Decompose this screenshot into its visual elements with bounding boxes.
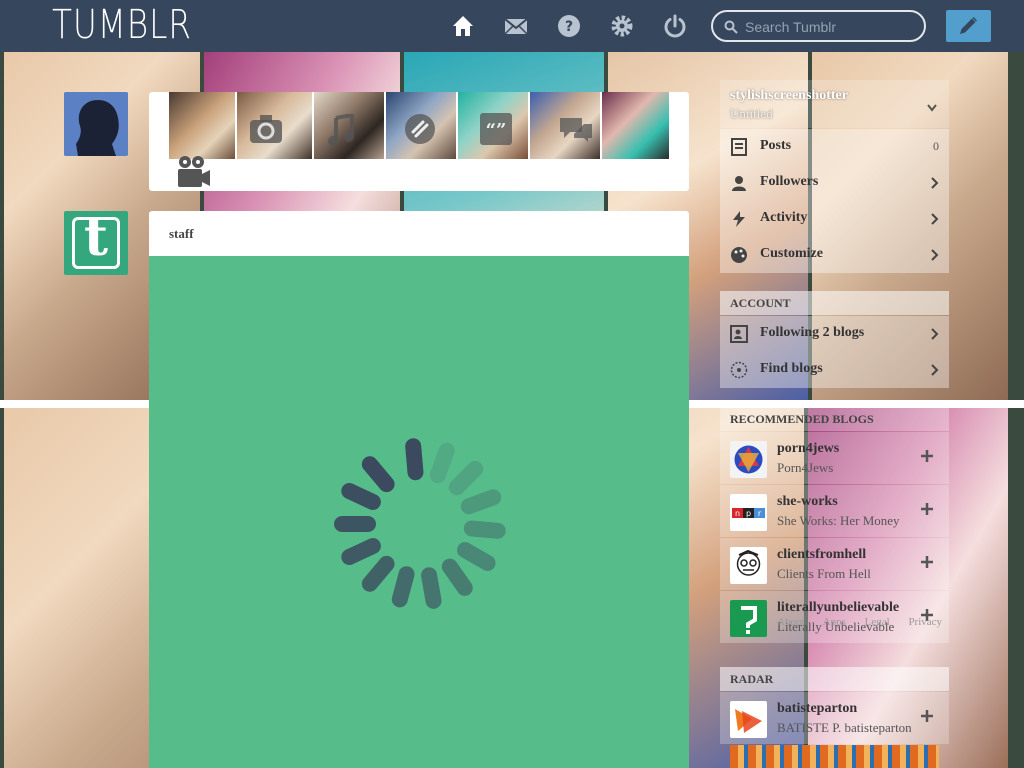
footer-link-apps[interactable]: Apps — [823, 616, 846, 628]
blog-avatar[interactable] — [730, 441, 767, 478]
blog-subtitle: Untitled — [730, 106, 773, 121]
radar-blog[interactable]: batisteparton BATISTE P. batisteparton — [720, 692, 949, 744]
post-type-thumb — [169, 92, 235, 159]
footer-link-about[interactable]: About — [777, 616, 805, 628]
sidebar-item-customize[interactable]: Customize — [720, 237, 949, 273]
sidebar-item-label: Customize — [760, 246, 823, 261]
link-icon[interactable] — [403, 112, 437, 146]
chevron-right-icon — [931, 328, 939, 340]
sidebar-item-label: Posts — [760, 138, 792, 153]
power-icon[interactable] — [663, 14, 687, 38]
account-heading: ACCOUNT — [720, 291, 949, 315]
post-type-thumb — [602, 92, 669, 159]
help-icon[interactable]: ? — [557, 14, 581, 38]
blog-avatar[interactable]: npr — [730, 494, 767, 531]
sidebar-item-label: Activity — [760, 210, 808, 225]
chevron-right-icon — [931, 364, 939, 376]
chevron-down-icon[interactable] — [927, 104, 937, 112]
sidebar-item-find-blogs[interactable]: Find blogs — [720, 352, 949, 388]
chevron-right-icon — [931, 249, 939, 261]
follow-plus-icon[interactable] — [921, 503, 933, 515]
staff-post: staff — [149, 211, 689, 768]
radar-post-image[interactable] — [730, 745, 939, 768]
blog-description: She Works: Her Money — [777, 513, 900, 528]
svg-text:“”: “” — [486, 120, 507, 141]
svg-text:?: ? — [565, 19, 573, 35]
blog-title[interactable]: stylishscreenshotter — [730, 88, 848, 104]
blog-name[interactable]: clientsfromhell — [777, 547, 866, 563]
sidebar-item-posts[interactable]: Posts 0 — [720, 129, 949, 165]
palette-icon — [730, 246, 748, 264]
recommended-blog[interactable]: npr she-works She Works: Her Money — [720, 485, 949, 537]
compose-button[interactable] — [946, 10, 991, 42]
activity-icon — [730, 210, 748, 228]
follow-plus-icon[interactable] — [921, 450, 933, 462]
footer-links: About Apps Legal Privacy — [777, 616, 958, 628]
follow-plus-icon[interactable] — [921, 556, 933, 568]
posts-count: 0 — [933, 139, 939, 153]
sidebar-item-activity[interactable]: Activity — [720, 201, 949, 237]
sidebar-item-label: Following 2 blogs — [760, 325, 865, 340]
post-media — [149, 256, 689, 768]
search-input[interactable] — [745, 17, 915, 37]
gear-icon[interactable] — [610, 14, 634, 38]
radar-heading: RADAR — [720, 667, 949, 691]
blog-name[interactable]: batisteparton — [777, 701, 857, 717]
blog-description: BATISTE P. batisteparton — [777, 720, 912, 735]
footer-link-privacy[interactable]: Privacy — [908, 616, 942, 628]
blog-description: Clients From Hell — [777, 566, 871, 581]
quote-icon[interactable] — [554, 114, 594, 144]
blog-avatar[interactable] — [730, 701, 767, 738]
sidebar-item-label: Find blogs — [760, 361, 823, 376]
recommended-blog[interactable]: porn4jews Porn4Jews — [720, 432, 949, 484]
blog-description: Porn4Jews — [777, 460, 834, 475]
svg-text:p: p — [746, 509, 751, 518]
recommended-heading: RECOMMENDED BLOGS — [720, 407, 949, 431]
followers-icon — [730, 174, 748, 192]
posts-icon — [730, 138, 748, 156]
post-author[interactable]: staff — [169, 226, 194, 242]
blog-name[interactable]: she-works — [777, 494, 838, 510]
blog-name[interactable]: literallyunbelievable — [777, 600, 899, 616]
sidebar-item-followers[interactable]: Followers — [720, 165, 949, 201]
loading-spinner — [334, 438, 506, 609]
chevron-right-icon — [931, 177, 939, 189]
search-icon — [724, 20, 738, 34]
dashboard-sidebar: stylishscreenshotter Untitled Posts 0 Fo… — [720, 80, 949, 768]
blog-avatar[interactable] — [730, 600, 767, 637]
contact-card-icon — [730, 325, 748, 343]
user-avatar[interactable] — [64, 92, 128, 156]
post-type-picker: “” — [149, 92, 689, 191]
mail-icon[interactable] — [504, 14, 528, 38]
home-icon[interactable] — [451, 14, 475, 38]
pencil-icon — [960, 17, 977, 34]
compass-icon — [730, 361, 748, 379]
search-box[interactable] — [711, 10, 926, 42]
tumblr-logo[interactable]: TUMBLR — [52, 2, 192, 48]
staff-avatar[interactable]: t — [64, 211, 128, 275]
chat-icon[interactable]: “” — [479, 112, 513, 146]
camera-icon[interactable] — [249, 114, 283, 144]
svg-text:n: n — [735, 509, 740, 518]
sidebar-item-label: Followers — [760, 174, 819, 189]
blog-avatar[interactable] — [730, 547, 767, 584]
video-icon[interactable] — [176, 154, 212, 190]
blog-name[interactable]: porn4jews — [777, 441, 839, 457]
recommended-blog[interactable]: clientsfromhell Clients From Hell — [720, 538, 949, 590]
music-icon[interactable] — [326, 114, 356, 146]
blog-header[interactable]: stylishscreenshotter Untitled — [720, 80, 949, 128]
follow-plus-icon[interactable] — [921, 710, 933, 722]
chevron-right-icon — [931, 213, 939, 225]
footer-link-legal[interactable]: Legal — [865, 616, 890, 628]
sidebar-item-following[interactable]: Following 2 blogs — [720, 316, 949, 352]
top-navigation-bar: TUMBLR ? — [0, 0, 1024, 52]
